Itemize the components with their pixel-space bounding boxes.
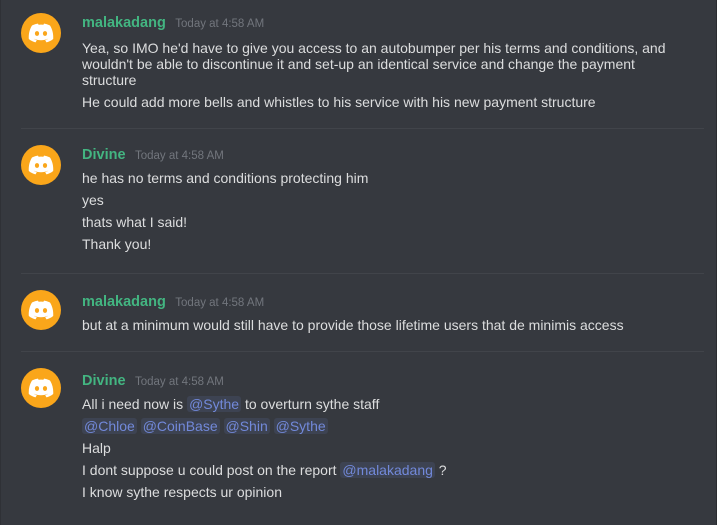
message-group: malakadang Today at 4:58 AM but at a min… (1, 273, 716, 351)
discord-logo-icon (28, 155, 54, 175)
message-header: malakadang Today at 4:58 AM (82, 13, 676, 33)
message-header: Divine Today at 4:58 AM (82, 371, 676, 391)
message-group: Divine Today at 4:58 AM he has no terms … (1, 128, 716, 273)
message-text-segment: All i need now is (82, 396, 184, 412)
user-mention[interactable]: @Shin (223, 418, 270, 434)
username[interactable]: Divine (82, 147, 126, 163)
avatar[interactable] (21, 290, 61, 330)
message-text: Halp (82, 440, 111, 456)
message-content: Divine Today at 4:58 AM he has no terms … (82, 145, 676, 252)
timestamp: Today at 4:58 AM (175, 297, 265, 309)
message-text-segment: ? (438, 462, 447, 478)
username[interactable]: malakadang (82, 294, 166, 310)
message-text-segment: I dont suppose u could post on the repor… (82, 462, 337, 478)
discord-logo-icon (28, 23, 54, 43)
message-group: Divine Today at 4:58 AM All i need now i… (1, 351, 716, 525)
timestamp: Today at 4:58 AM (175, 18, 265, 30)
message-text: Thank you! (82, 236, 152, 252)
message-content: malakadang Today at 4:58 AM Yea, so IMO … (82, 13, 676, 110)
message-header: Divine Today at 4:58 AM (82, 145, 676, 165)
user-mention[interactable]: @Sythe (273, 418, 328, 434)
avatar[interactable] (21, 13, 61, 53)
user-mention[interactable]: @Chloe (82, 418, 137, 434)
message-group: malakadang Today at 4:58 AM Yea, so IMO … (1, 0, 716, 128)
avatar[interactable] (21, 145, 61, 185)
timestamp: Today at 4:58 AM (134, 376, 224, 388)
message-text: yes (82, 192, 104, 208)
message-text-segment: to overturn sythe staff (244, 396, 380, 412)
message-text: Yea, so IMO he'd have to give you access… (82, 40, 666, 88)
message-text: I know sythe respects ur opinion (82, 484, 282, 500)
message-text: but at a minimum would still have to pro… (82, 317, 624, 333)
message-header: malakadang Today at 4:58 AM (82, 292, 676, 312)
message-text: he has no terms and conditions protectin… (82, 170, 369, 186)
discord-logo-icon (28, 378, 54, 398)
message-text: I dont suppose u could post on the repor… (82, 462, 676, 478)
chat-messages: malakadang Today at 4:58 AM Yea, so IMO … (0, 0, 717, 525)
username[interactable]: Divine (82, 373, 126, 389)
message-text: All i need now is @Sythe to overturn syt… (82, 396, 676, 412)
message-text: @Chloe @CoinBase @Shin @Sythe (82, 418, 676, 434)
timestamp: Today at 4:58 AM (134, 150, 224, 162)
message-text: He could add more bells and whistles to … (82, 94, 596, 110)
username[interactable]: malakadang (82, 15, 166, 31)
message-content: malakadang Today at 4:58 AM but at a min… (82, 292, 676, 333)
avatar[interactable] (21, 368, 61, 408)
discord-logo-icon (28, 300, 54, 320)
message-text: thats what I said! (82, 214, 188, 230)
user-mention[interactable]: @Sythe (187, 396, 242, 412)
message-content: Divine Today at 4:58 AM All i need now i… (82, 371, 676, 500)
user-mention[interactable]: @malakadang (340, 462, 435, 478)
user-mention[interactable]: @CoinBase (140, 418, 220, 434)
